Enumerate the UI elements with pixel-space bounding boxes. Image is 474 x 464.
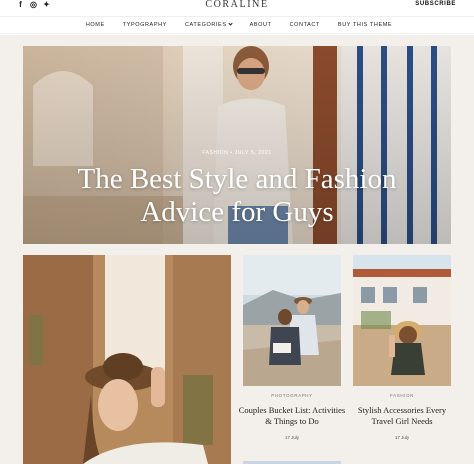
top-bar: f ◎ ✦ CORALINE SUBSCRIBE xyxy=(0,0,474,16)
nav-item-home[interactable]: HOME xyxy=(86,22,105,28)
nav-item-about[interactable]: ABOUT xyxy=(250,22,272,28)
post-title[interactable]: Stylish Accessories Every Travel Girl Ne… xyxy=(347,405,457,427)
post-image xyxy=(23,255,231,464)
nav-item-buy-theme[interactable]: BUY THIS THEME xyxy=(338,22,392,28)
featured-post[interactable]: FASHION • JULY 5, 2021 The Best Style an… xyxy=(23,46,451,244)
post-image xyxy=(243,255,341,386)
site-logo[interactable]: CORALINE xyxy=(0,0,474,10)
post-category[interactable]: PHOTOGRAPHY xyxy=(243,393,341,398)
post-card[interactable]: FASHION Stylish Accessories Every Travel… xyxy=(353,255,451,464)
nav-item-categories[interactable]: CATEGORIES xyxy=(185,21,233,28)
main-navigation: HOME TYPOGRAPHY CATEGORIES ABOUT CONTACT… xyxy=(0,16,474,34)
post-image xyxy=(353,255,451,386)
chevron-down-icon xyxy=(227,21,233,26)
post-meta: FASHION • JULY 5, 2021 xyxy=(202,150,272,156)
post-card-large[interactable] xyxy=(23,255,231,464)
post-title[interactable]: Couples Bucket List: Activities & Things… xyxy=(237,405,347,427)
featured-post-title[interactable]: The Best Style and Fashion Advice for Gu… xyxy=(53,163,421,229)
subscribe-link[interactable]: SUBSCRIBE xyxy=(415,1,456,7)
post-date: 17 July xyxy=(284,435,300,440)
post-date: 17 July xyxy=(394,435,410,440)
post-category[interactable]: FASHION xyxy=(353,393,451,398)
nav-item-typography[interactable]: TYPOGRAPHY xyxy=(123,22,167,28)
nav-item-contact[interactable]: CONTACT xyxy=(290,22,320,28)
post-card[interactable]: PHOTOGRAPHY Couples Bucket List: Activit… xyxy=(239,255,345,464)
